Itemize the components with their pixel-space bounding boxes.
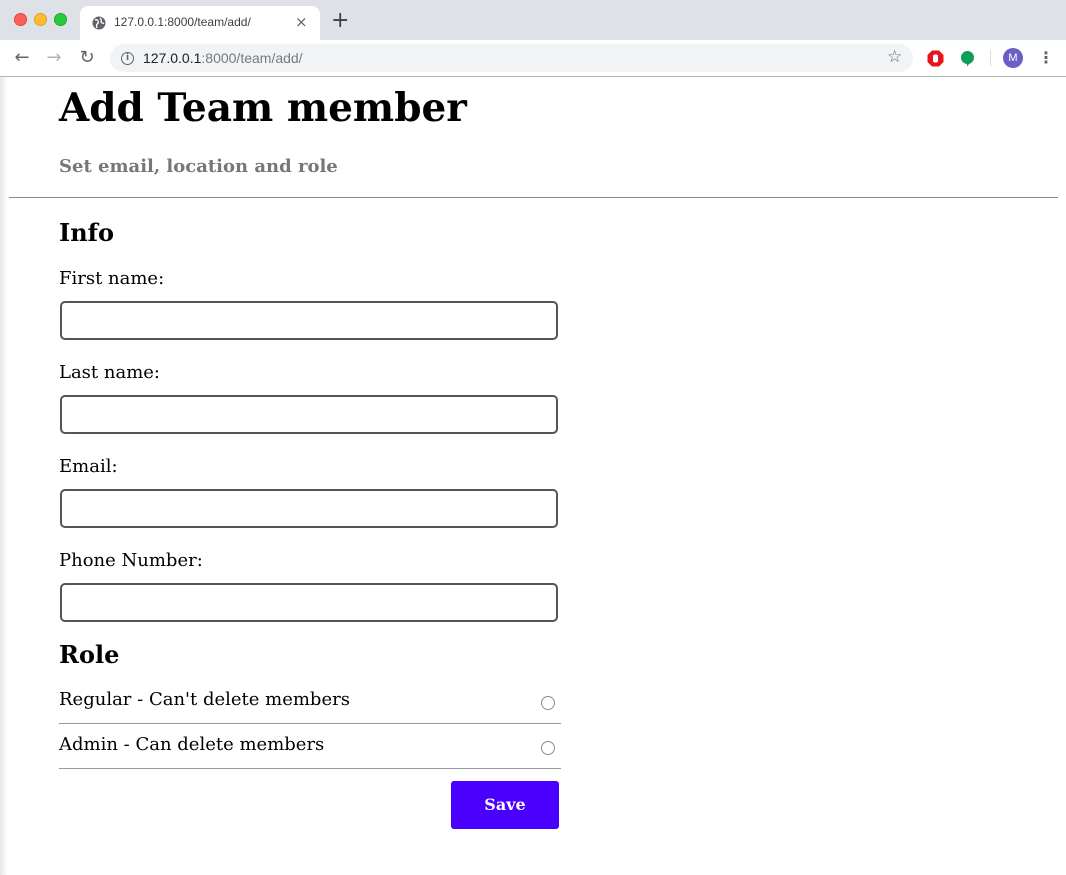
phone-number-label: Phone Number: [59,550,203,571]
browser-tab-strip: 127.0.0.1:8000/team/add/ × + [0,0,1066,40]
browser-toolbar: ← → ↻ i 127.0.0.1:8000/team/add/ ☆ M ⋮ [0,40,1066,77]
header-divider [9,197,1058,198]
first-name-label: First name: [59,268,165,289]
email-label: Email: [59,456,118,477]
left-edge-shadow [0,77,8,875]
url-path: :8000/team/add/ [201,50,303,66]
new-tab-button[interactable]: + [331,9,349,33]
site-info-icon[interactable]: i [121,52,134,65]
close-window-button[interactable] [14,13,27,26]
role-regular-label: Regular - Can't delete members [59,689,350,710]
toolbar-divider [990,50,991,66]
chat-extension-icon[interactable] [959,50,976,67]
role-option-regular[interactable]: Regular - Can't delete members [59,679,561,724]
profile-avatar[interactable]: M [1003,48,1023,68]
last-name-input[interactable] [60,395,558,434]
bookmark-star-icon[interactable]: ☆ [887,47,902,67]
email-input[interactable] [60,489,558,528]
globe-icon [92,16,106,30]
more-menu-icon[interactable]: ⋮ [1038,48,1054,68]
role-admin-radio[interactable] [541,741,555,755]
first-name-input[interactable] [60,301,558,340]
save-button[interactable]: Save [451,781,559,829]
back-arrow-icon[interactable]: ← [12,48,32,68]
page-content: Add Team member Set email, location and … [0,77,1066,875]
page-subtitle: Set email, location and role [59,156,338,177]
minimize-window-button[interactable] [34,13,47,26]
maximize-window-button[interactable] [54,13,67,26]
forward-arrow-icon[interactable]: → [44,48,64,68]
close-icon[interactable]: × [295,13,308,31]
reload-icon[interactable]: ↻ [77,48,97,68]
role-admin-label: Admin - Can delete members [59,734,325,755]
last-name-label: Last name: [59,362,160,383]
info-section-title: Info [59,218,115,247]
browser-tab[interactable]: 127.0.0.1:8000/team/add/ × [80,6,320,40]
tab-title: 127.0.0.1:8000/team/add/ [114,15,251,29]
adblock-extension-icon[interactable] [927,50,944,67]
role-option-admin[interactable]: Admin - Can delete members [59,724,561,769]
phone-number-input[interactable] [60,583,558,622]
address-bar[interactable]: i 127.0.0.1:8000/team/add/ ☆ [110,44,913,72]
url-host: 127.0.0.1 [143,50,202,66]
url-text[interactable]: 127.0.0.1:8000/team/add/ [143,50,303,66]
page-title: Add Team member [59,85,467,131]
role-section-title: Role [59,640,120,669]
role-regular-radio[interactable] [541,696,555,710]
